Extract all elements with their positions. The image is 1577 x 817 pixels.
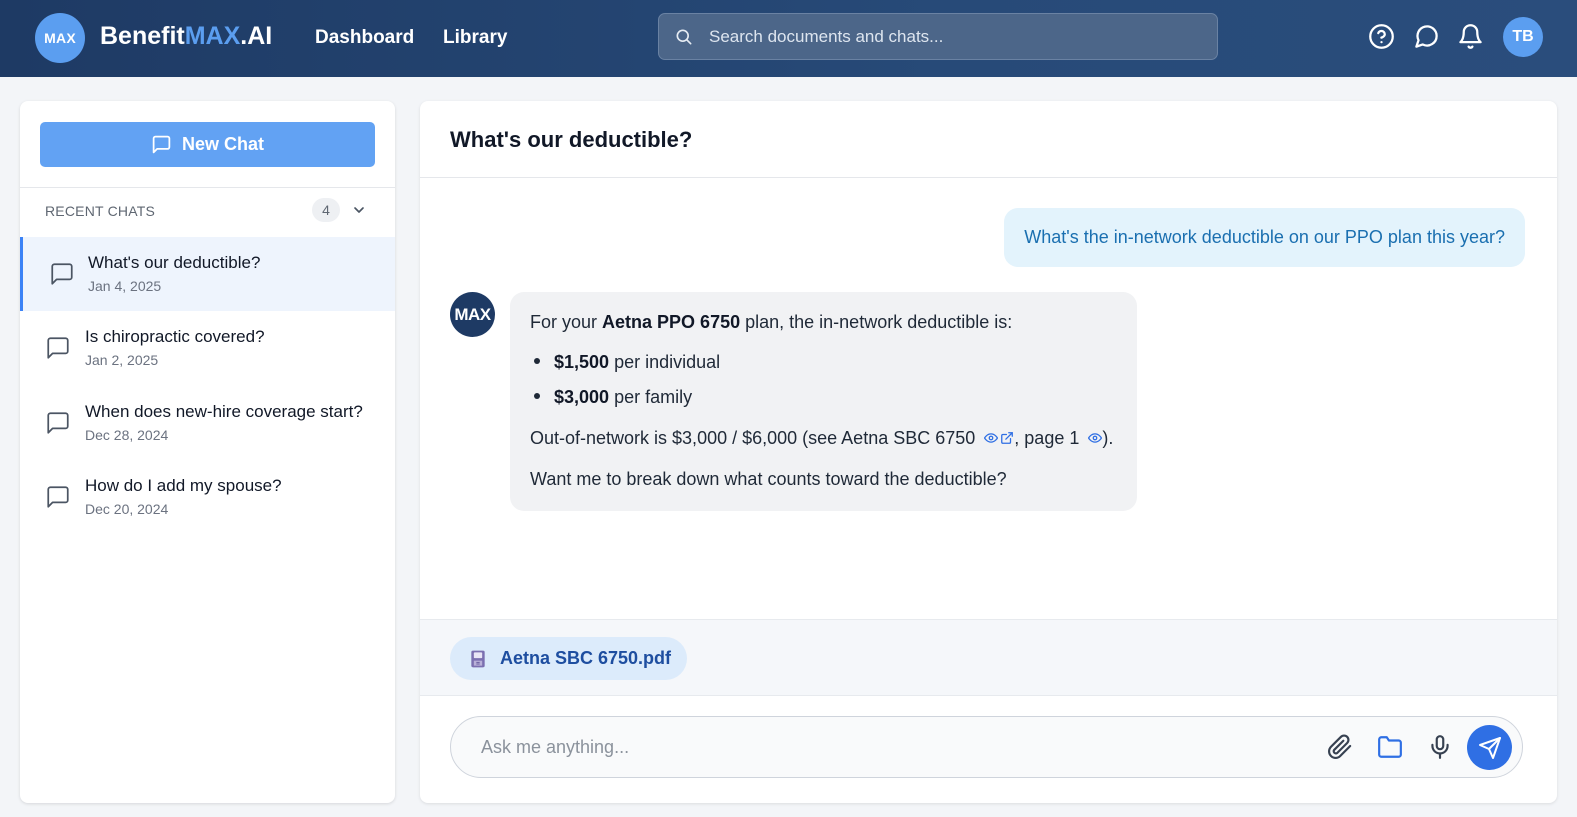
intro-prefix: For your [530,312,603,332]
chat-item-title: Is chiropractic covered? [85,327,265,346]
nav-dashboard[interactable]: Dashboard [315,27,414,49]
list-item: $1,500 per individual [534,352,720,373]
message-square-icon [152,135,171,154]
message-square-icon [47,412,69,434]
eye-icon[interactable] [1088,431,1103,445]
bullet-value: $1,500 [554,352,610,372]
conversation-title: What's our deductible? [450,127,693,152]
message-input[interactable] [481,717,1301,777]
assistant-avatar: MAX [450,292,495,337]
divider [420,177,1557,178]
bullet-text: per individual [609,352,721,372]
intro-suffix: plan, the in-network deductible is: [740,312,1013,332]
message-square-icon [47,486,69,508]
eye-icon[interactable] [984,431,999,445]
chat-list-item[interactable]: How do I add my spouse? Dec 20, 2024 [20,460,395,534]
help-icon[interactable] [1368,23,1395,50]
attachment-bar: Aetna SBC 6750.pdf [420,619,1557,696]
top-navigation-bar: MAX BenefitMAX.AI Dashboard Library TB [0,0,1577,77]
recent-chats-header[interactable]: RECENT CHATS 4 [20,187,395,234]
brand-name[interactable]: BenefitMAX.AI [100,22,272,51]
plan-name: Aetna PPO 6750 [602,312,741,332]
chat-list-item[interactable]: When does new-hire coverage start? Dec 2… [20,386,395,460]
list-item: $3,000 per family [534,387,692,408]
oon-prefix: Out-of-network is $3,000 / $6,000 (see A… [530,428,976,448]
logo-badge[interactable]: MAX [35,13,85,63]
chevron-down-icon[interactable] [351,202,367,218]
assistant-message: For your Aetna PPO 6750 plan, the in-net… [510,292,1137,511]
recent-chats-count: 4 [312,198,340,222]
bullet [534,358,540,365]
new-chat-label: New Chat [181,134,264,154]
recent-chats-title: RECENT CHATS [45,203,156,219]
search-input[interactable] [709,14,1199,59]
global-search[interactable] [658,13,1218,60]
folder-icon[interactable] [1377,734,1403,760]
attached-file-name: Aetna SBC 6750.pdf [500,648,672,668]
assistant-followup: Want me to break down what counts toward… [530,469,1007,489]
search-icon [676,29,692,45]
nav-library[interactable]: Library [443,27,507,49]
oon-suffix: ). [1102,428,1114,448]
message-composer [450,716,1523,778]
external-link-icon[interactable] [1000,431,1014,445]
brand-prefix: Benefit [100,22,185,50]
microphone-icon[interactable] [1427,734,1453,760]
bullet-value: $3,000 [554,387,610,407]
message-square-icon [51,263,73,285]
assistant-intro: For your Aetna PPO 6750 plan, the in-net… [530,312,1012,333]
paperclip-icon[interactable] [1327,734,1353,760]
out-of-network-line: Out-of-network is $3,000 / $6,000 (see A… [530,428,1113,449]
chat-item-date: Dec 28, 2024 [85,427,169,443]
brand-suffix: .AI [240,22,273,50]
chat-item-title: How do I add my spouse? [85,476,282,495]
send-icon [1478,736,1501,759]
chat-panel: What's our deductible? What's the in-net… [420,101,1557,803]
chat-item-date: Dec 20, 2024 [85,501,169,517]
chat-item-title: When does new-hire coverage start? [85,402,363,421]
chat-bubble-icon[interactable] [1413,23,1440,50]
bell-icon[interactable] [1457,23,1484,50]
chat-list-item[interactable]: Is chiropractic covered? Jan 2, 2025 [20,311,395,385]
chat-item-title: What's our deductible? [88,253,261,272]
attached-file-chip[interactable]: Aetna SBC 6750.pdf [450,637,688,680]
bullet [534,393,540,400]
file-icon [471,650,485,667]
user-avatar[interactable]: TB [1503,17,1543,57]
chat-item-date: Jan 4, 2025 [88,278,162,294]
message-square-icon [47,337,69,359]
oon-middle: , page 1 [1014,428,1080,448]
user-message: What's the in-network deductible on our … [1004,208,1525,267]
send-button[interactable] [1467,725,1512,770]
brand-accent: MAX [184,22,241,50]
sidebar: New Chat RECENT CHATS 4 What's our deduc… [20,101,395,803]
chat-item-date: Jan 2, 2025 [85,352,159,368]
bullet-text: per family [609,387,693,407]
chat-list-item[interactable]: What's our deductible? Jan 4, 2025 [20,237,395,311]
new-chat-button[interactable]: New Chat [40,122,375,167]
